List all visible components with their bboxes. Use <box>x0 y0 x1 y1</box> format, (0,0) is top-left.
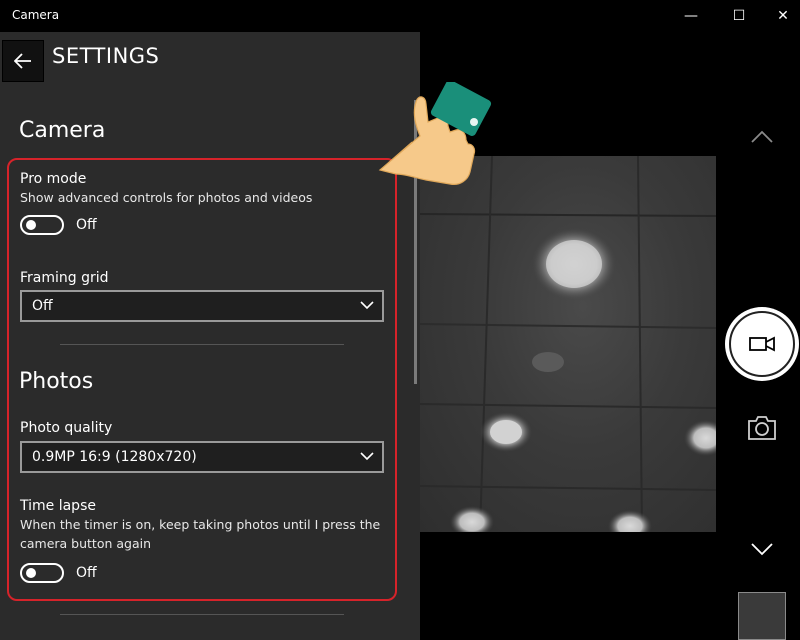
close-icon: ✕ <box>777 8 789 24</box>
title-bar: Camera — ☐ ✕ <box>0 0 800 32</box>
section-divider <box>60 344 344 345</box>
chevron-down-icon <box>360 452 374 461</box>
settings-panel: SETTINGS Camera Pro mode Show advanced c… <box>0 32 420 640</box>
photos-section-heading: Photos <box>19 369 94 394</box>
framing-grid-label: Framing grid <box>20 270 109 286</box>
photo-quality-label: Photo quality <box>20 420 113 436</box>
photo-quality-dropdown[interactable]: 0.9MP 16:9 (1280x720) <box>20 441 384 473</box>
close-button[interactable]: ✕ <box>760 0 800 32</box>
pointing-hand-icon <box>378 82 492 185</box>
camera-window: Camera — ☐ ✕ SETTINGS Camera Pro mode Sh… <box>0 0 800 640</box>
minimize-icon: — <box>684 8 698 24</box>
maximize-button[interactable]: ☐ <box>716 0 762 32</box>
pro-mode-description: Show advanced controls for photos and vi… <box>20 190 313 205</box>
app-title: Camera <box>12 8 60 22</box>
video-record-button[interactable] <box>725 307 799 381</box>
minimize-button[interactable]: — <box>668 0 714 32</box>
camera-section-heading: Camera <box>19 118 106 143</box>
toggle-knob <box>26 568 36 578</box>
section-divider <box>60 614 344 615</box>
time-lapse-description-line1: When the timer is on, keep taking photos… <box>20 517 381 532</box>
chevron-up-icon[interactable] <box>750 128 774 144</box>
photo-quality-value: 0.9MP 16:9 (1280x720) <box>32 449 197 465</box>
last-photo-thumbnail[interactable] <box>738 592 786 640</box>
framing-grid-dropdown[interactable]: Off <box>20 290 384 322</box>
back-button[interactable] <box>2 40 44 82</box>
time-lapse-state: Off <box>76 565 97 581</box>
video-button-ring <box>729 311 795 377</box>
pro-mode-toggle[interactable] <box>20 215 64 235</box>
ceiling-scene <box>420 156 716 532</box>
toggle-knob <box>26 220 36 230</box>
camera-icon[interactable] <box>746 414 778 442</box>
camera-preview <box>420 156 716 532</box>
chevron-down-icon[interactable] <box>750 542 774 558</box>
pro-mode-state: Off <box>76 217 97 233</box>
framing-grid-value: Off <box>32 298 53 314</box>
pro-mode-label: Pro mode <box>20 171 87 187</box>
arrow-left-icon <box>14 53 31 69</box>
time-lapse-label: Time lapse <box>20 498 96 514</box>
chevron-down-icon <box>360 301 374 310</box>
video-camera-icon <box>749 336 775 352</box>
maximize-icon: ☐ <box>732 8 746 24</box>
time-lapse-toggle[interactable] <box>20 563 64 583</box>
time-lapse-description-line2: camera button again <box>20 536 152 551</box>
settings-title: SETTINGS <box>52 44 160 68</box>
